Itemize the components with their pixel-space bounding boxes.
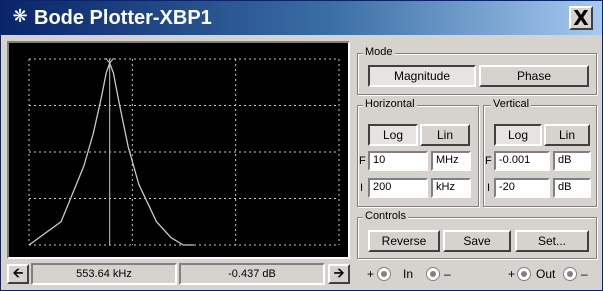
plot-display[interactable] <box>7 41 350 259</box>
close-button[interactable]: X <box>569 6 593 30</box>
in-plus-terminal[interactable] <box>377 267 391 281</box>
vertical-initial-unit[interactable]: dB <box>553 178 591 198</box>
vertical-group-label: Vertical <box>491 98 532 111</box>
set-button[interactable]: Set... <box>515 230 589 252</box>
horizontal-lin-button[interactable]: Lin <box>420 124 470 146</box>
controls-group-label: Controls <box>363 210 408 223</box>
bode-plotter-icon: ❋ <box>12 6 28 27</box>
out-minus-terminal[interactable] <box>563 267 577 281</box>
in-plus-label: + <box>367 267 375 281</box>
vertical-final-value[interactable]: -0.001 <box>494 151 550 171</box>
save-button[interactable]: Save <box>443 230 511 252</box>
vertical-initial-value[interactable]: -20 <box>494 178 550 198</box>
right-arrow-icon: 🡪 <box>333 266 345 281</box>
horizontal-initial-unit[interactable]: kHz <box>431 178 471 198</box>
in-minus-label: – <box>444 267 451 281</box>
gain-readout: -0.437 dB <box>179 263 325 285</box>
vertical-final-label: F <box>485 155 492 167</box>
vertical-lin-button[interactable]: Lin <box>544 124 590 146</box>
magnitude-trace <box>28 61 194 246</box>
frequency-readout: 553.64 kHz <box>31 263 177 285</box>
magnitude-button[interactable]: Magnitude <box>368 65 476 87</box>
bode-plotter-window: ❋ Bode Plotter-XBP1 X Mode Magnitude Pha… <box>0 0 603 291</box>
horizontal-final-label: F <box>359 155 366 167</box>
horizontal-group-label: Horizontal <box>363 98 417 111</box>
left-arrow-icon: 🡨 <box>12 266 24 281</box>
title-bar[interactable]: ❋ Bode Plotter-XBP1 X <box>1 1 602 35</box>
horizontal-log-button[interactable]: Log <box>368 124 418 146</box>
in-minus-terminal[interactable] <box>426 267 440 281</box>
out-minus-label: – <box>581 267 588 281</box>
horizontal-initial-label: I <box>360 182 364 194</box>
mode-group-label: Mode <box>363 46 395 59</box>
window-title: Bode Plotter-XBP1 <box>34 7 212 29</box>
vertical-final-unit[interactable]: dB <box>553 151 591 171</box>
phase-button[interactable]: Phase <box>479 65 589 87</box>
out-plus-terminal[interactable] <box>517 267 531 281</box>
plot-grid <box>28 58 340 246</box>
horizontal-initial-value[interactable]: 200 <box>368 178 428 198</box>
cursor-left-button[interactable]: 🡨 <box>7 264 29 284</box>
bode-plot[interactable] <box>9 43 352 261</box>
out-plus-label: + <box>508 267 516 281</box>
in-label: In <box>403 267 414 281</box>
horizontal-final-value[interactable]: 10 <box>368 151 428 171</box>
horizontal-final-unit[interactable]: MHz <box>431 151 471 171</box>
cursor-right-button[interactable]: 🡪 <box>328 264 350 284</box>
vertical-log-button[interactable]: Log <box>494 124 542 146</box>
reverse-button[interactable]: Reverse <box>368 230 440 252</box>
out-label: Out <box>536 267 556 281</box>
vertical-initial-label: I <box>487 182 491 194</box>
